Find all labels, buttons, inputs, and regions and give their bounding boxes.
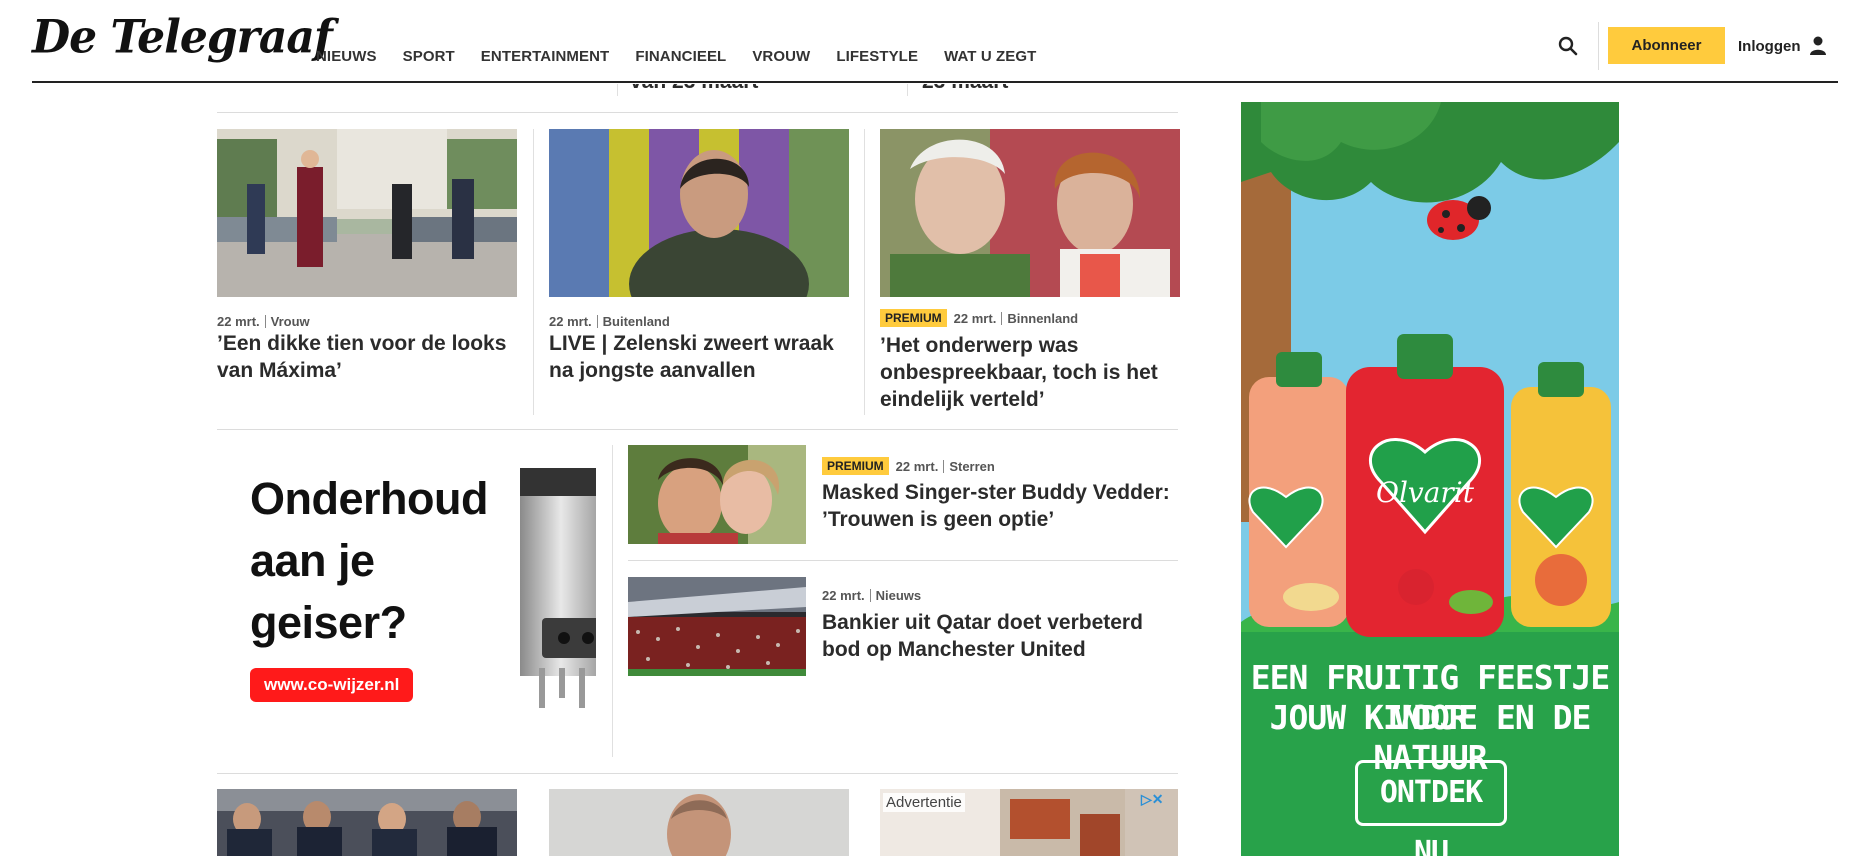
nav-item-entertainment[interactable]: ENTERTAINMENT — [481, 48, 610, 65]
ontdek-nu-button[interactable]: ONTDEK NU — [1355, 760, 1507, 856]
subscribe-button[interactable]: Abonneer — [1608, 27, 1725, 64]
article-image-police[interactable] — [217, 789, 517, 856]
article-headline[interactable]: LIVE | Zelenski zweert wraak na jongste … — [549, 330, 854, 384]
article-date: 22 mrt. — [822, 588, 865, 603]
login-button[interactable]: Inloggen — [1738, 36, 1827, 56]
article-meta: PREMIUM 22 mrt. Binnenland — [880, 309, 1078, 327]
advertisement-olvarit[interactable]: Olvarit EEN FRUITIG FEESTJE VOOR JOUW KI… — [1241, 102, 1619, 856]
list-divider — [628, 560, 1178, 561]
main-nav: NIEUWS SPORT ENTERTAINMENT FINANCIEEL VR… — [316, 48, 1062, 65]
article-headline[interactable]: ’Het onderwerp was onbespreekbaar, toch … — [880, 332, 1180, 413]
section-divider — [217, 429, 1178, 430]
section-divider — [217, 112, 1178, 113]
column-divider — [907, 84, 908, 96]
nav-item-wat-u-zegt[interactable]: WAT U ZEGT — [944, 48, 1036, 65]
brand-logo-text: Olvarit — [1376, 476, 1475, 509]
login-label: Inloggen — [1738, 37, 1801, 55]
article-image-interview[interactable] — [880, 129, 1180, 297]
nav-item-nieuws[interactable]: NIEUWS — [316, 48, 377, 65]
article-headline[interactable]: Bankier uit Qatar doet verbeterd bod op … — [822, 609, 1178, 663]
column-divider — [864, 129, 865, 415]
section-divider — [217, 773, 1178, 774]
search-icon[interactable] — [1556, 34, 1580, 58]
advertisement-geiser[interactable]: Onderhoud aan je geiser? www.co-wijzer.n… — [217, 440, 596, 756]
column-divider — [612, 445, 613, 757]
nav-item-financieel[interactable]: FINANCIEEL — [635, 48, 726, 65]
article-image-zelenski[interactable] — [549, 129, 849, 297]
ad-headline: Onderhoud aan je geiser? — [250, 468, 488, 654]
column-divider — [533, 129, 534, 415]
article-date: 22 mrt. — [953, 310, 997, 326]
user-icon — [1809, 36, 1826, 55]
article-date: 22 mrt. — [549, 314, 592, 329]
premium-badge: PREMIUM — [822, 457, 889, 475]
nav-item-sport[interactable]: SPORT — [403, 48, 455, 65]
article-headline[interactable]: Masked Singer-ster Buddy Vedder: ’Trouwe… — [822, 479, 1178, 533]
article-section[interactable]: Binnenland — [1007, 311, 1078, 326]
article-meta: 22 mrt. Vrouw — [217, 314, 310, 329]
article-image-manchester[interactable] — [628, 577, 806, 676]
header-divider — [1598, 22, 1599, 70]
article-date: 22 mrt. — [895, 458, 939, 474]
article-section[interactable]: Buitenland — [603, 314, 670, 329]
article-date: 22 mrt. — [217, 314, 260, 329]
premium-badge: PREMIUM — [880, 309, 947, 327]
header-rule — [32, 81, 1838, 83]
site-logo[interactable]: De Telegraaf — [32, 11, 333, 65]
ad-url-button[interactable]: www.co-wijzer.nl — [250, 668, 414, 702]
site-header: De Telegraaf NIEUWS SPORT ENTERTAINMENT … — [0, 0, 1875, 84]
adchoices-icon[interactable]: ▷✕ — [1141, 791, 1164, 808]
advertisement-label: Advertentie — [883, 793, 965, 812]
column-divider — [617, 84, 618, 96]
nav-item-vrouw[interactable]: VROUW — [752, 48, 810, 65]
article-section[interactable]: Sterren — [949, 459, 995, 474]
article-image-buddy-vedder[interactable] — [628, 445, 806, 544]
article-section[interactable]: Vrouw — [271, 314, 310, 329]
ad-line: Onderhoud — [250, 473, 488, 524]
nav-item-lifestyle[interactable]: LIFESTYLE — [836, 48, 918, 65]
ad-line: geiser? — [250, 597, 407, 648]
article-image-maxima[interactable] — [217, 129, 517, 297]
article-section[interactable]: Nieuws — [876, 588, 922, 603]
article-meta: PREMIUM 22 mrt. Sterren — [822, 457, 995, 475]
article-meta: 22 mrt. Buitenland — [549, 314, 670, 329]
article-headline[interactable]: ’Een dikke tien voor de looks van Máxima… — [217, 330, 522, 384]
article-meta: 22 mrt. Nieuws — [822, 588, 921, 603]
article-image-portrait[interactable] — [549, 789, 849, 856]
ad-line: aan je — [250, 535, 375, 586]
boiler-illustration — [520, 468, 596, 708]
